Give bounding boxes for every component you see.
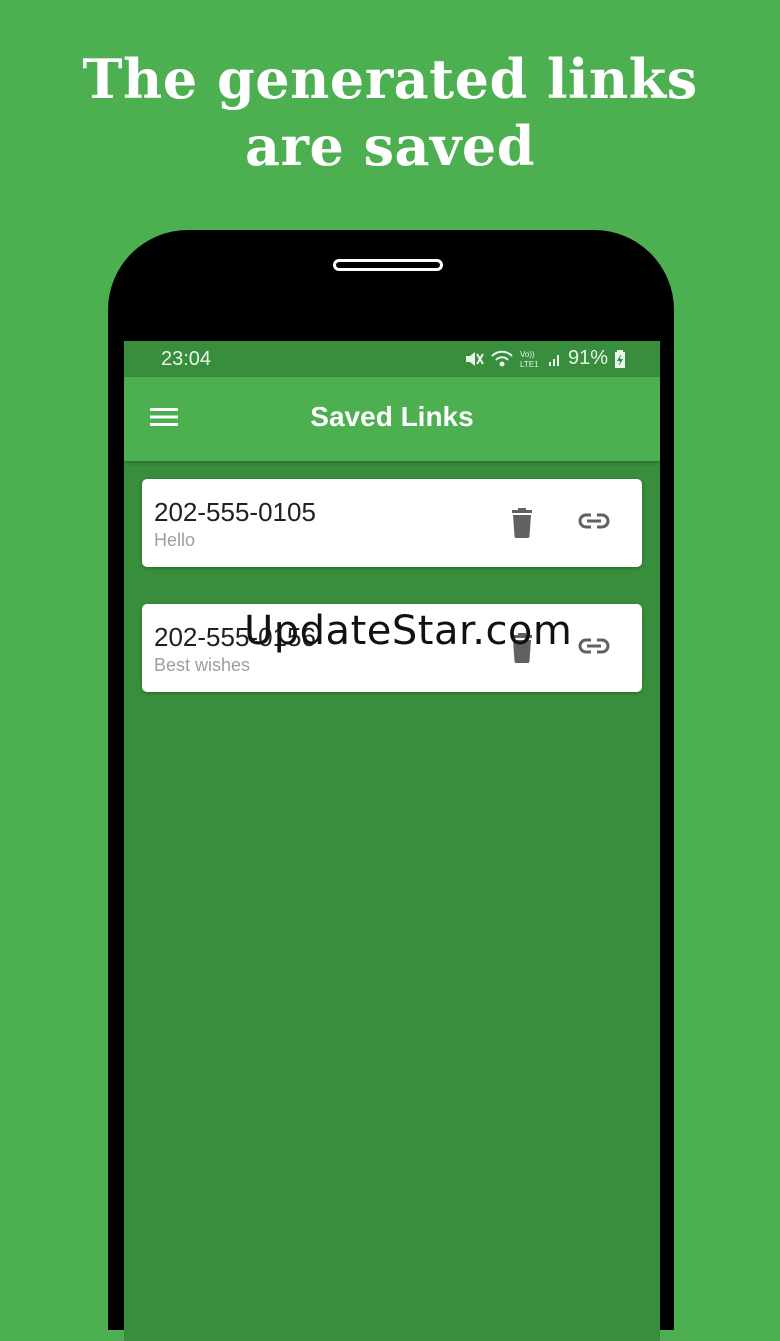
phone-frame: 23:04 Vo)) LTE1 91% Saved Links 202-555-… bbox=[108, 230, 674, 1341]
promo-headline-line1: The generated links bbox=[82, 47, 698, 111]
wifi-icon bbox=[490, 350, 514, 368]
battery-icon bbox=[614, 349, 626, 368]
status-time: 23:04 bbox=[161, 348, 212, 370]
signal-icon bbox=[548, 351, 562, 367]
saved-link-phone: 202-555-0105 bbox=[154, 497, 316, 527]
saved-link-message: Hello bbox=[154, 530, 196, 550]
promo-headline: The generated links are saved bbox=[0, 46, 780, 180]
saved-link-message: Best wishes bbox=[154, 655, 251, 675]
volte-icon: Vo)) LTE1 bbox=[520, 349, 542, 369]
phone-speaker bbox=[333, 259, 443, 271]
phone-screen: 23:04 Vo)) LTE1 91% Saved Links 202-555-… bbox=[124, 341, 660, 1341]
link-icon[interactable] bbox=[578, 511, 610, 535]
svg-text:Vo)): Vo)) bbox=[520, 350, 535, 359]
battery-percent: 91% bbox=[567, 347, 608, 369]
saved-links-list: 202-555-0105 Hello 202-555-0156 Best wis… bbox=[142, 479, 642, 729]
saved-link-card[interactable]: 202-555-0105 Hello bbox=[142, 479, 642, 567]
status-bar: 23:04 Vo)) LTE1 91% bbox=[124, 341, 660, 377]
promo-headline-line2: are saved bbox=[245, 114, 535, 178]
delete-icon[interactable] bbox=[510, 508, 534, 542]
mute-icon bbox=[464, 350, 484, 368]
network-label: LTE1 bbox=[520, 360, 539, 369]
link-icon[interactable] bbox=[578, 636, 610, 660]
watermark: UpdateStar.com bbox=[244, 608, 573, 654]
status-icons: Vo)) LTE1 91% bbox=[464, 347, 626, 370]
page-title: Saved Links bbox=[310, 401, 474, 432]
app-bar: Saved Links bbox=[124, 377, 660, 461]
